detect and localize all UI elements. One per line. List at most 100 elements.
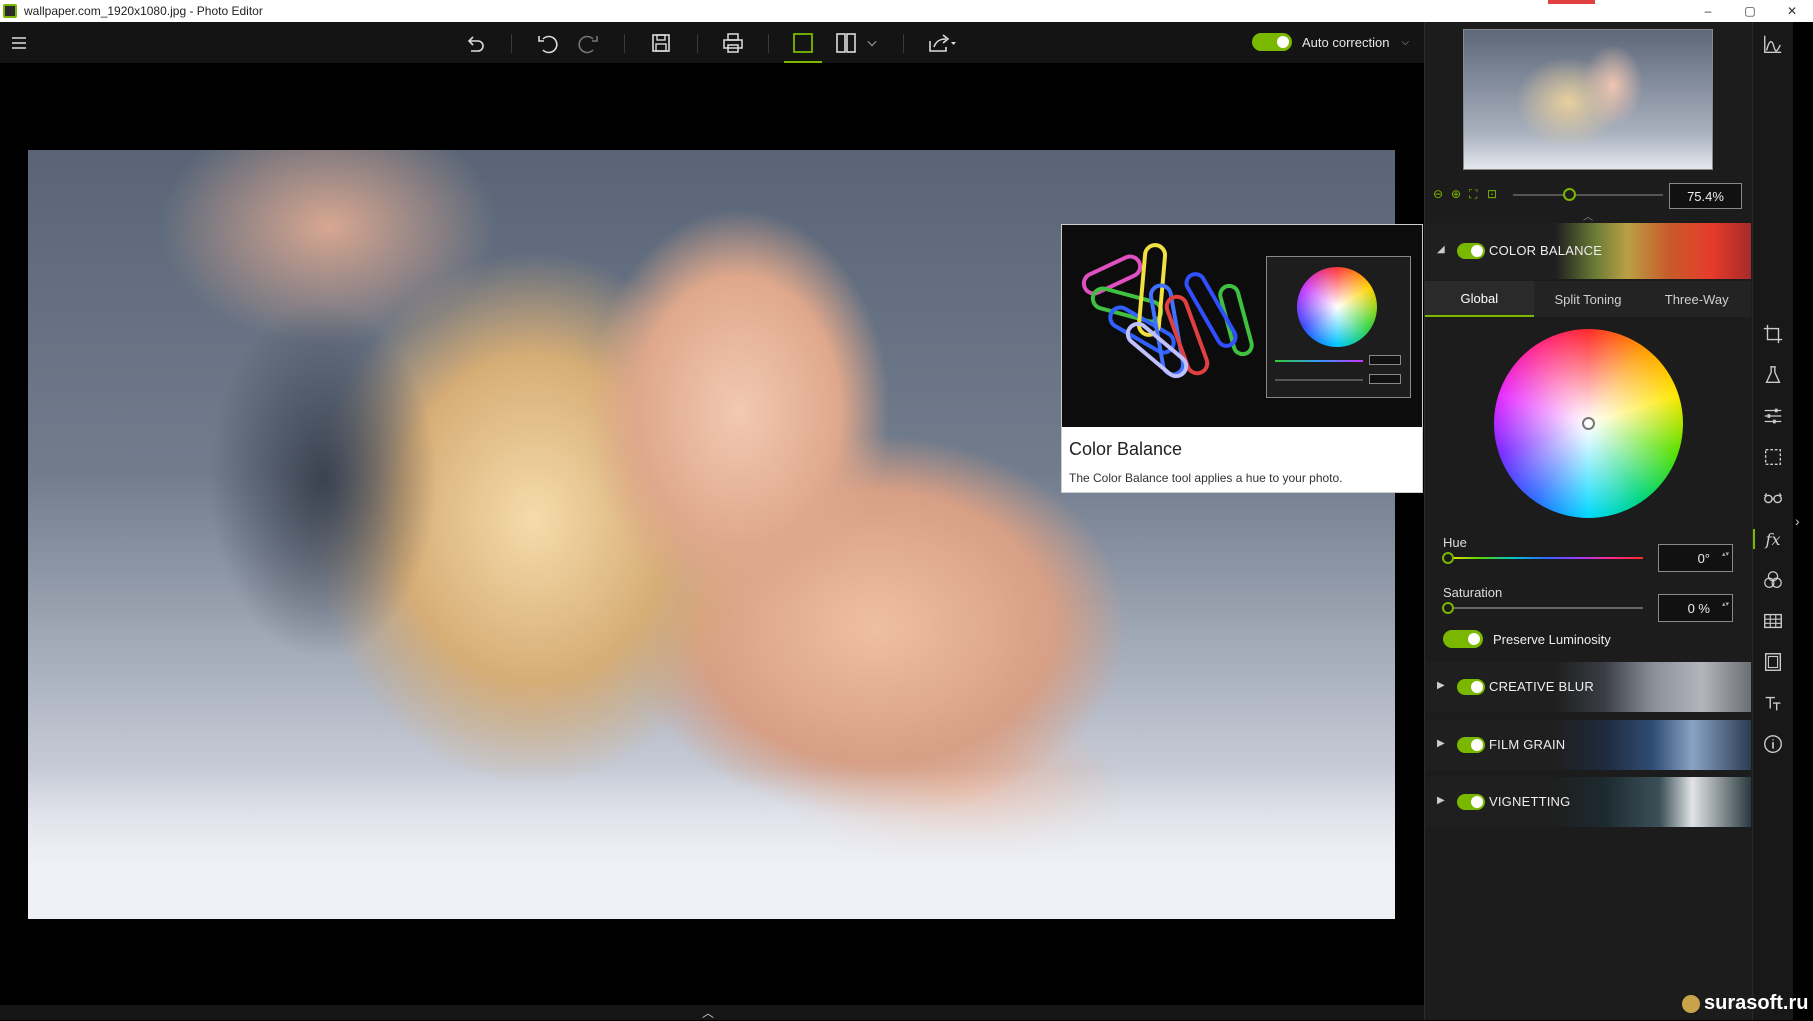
selection-icon[interactable] [1761,445,1785,469]
hue-slider[interactable] [1447,557,1643,559]
info-icon[interactable] [1761,732,1785,756]
tooltip-title: Color Balance [1069,439,1183,459]
film-grain-label: FILM GRAIN [1489,737,1566,752]
tooltip-hue-box [1369,355,1401,365]
auto-correction-control[interactable]: Auto correction ⌵ [1252,33,1409,51]
hamburger-icon[interactable] [2,26,36,60]
zoom-slider[interactable] [1513,194,1663,196]
vignetting-header[interactable]: ▶ VIGNETTING [1425,777,1751,827]
color-balance-tooltip: Color Balance The Color Balance tool app… [1061,224,1423,493]
image-canvas[interactable] [0,63,1424,1005]
saturation-value-field[interactable]: 0 % [1658,594,1733,622]
photo-shadow [208,300,438,660]
undo-icon[interactable] [530,26,564,60]
color-balance-label: COLOR BALANCE [1489,243,1603,258]
tooltip-color-wheel [1297,267,1377,347]
maximize-button[interactable]: ▢ [1729,0,1771,22]
color-wheel[interactable] [1494,329,1683,518]
zoom-out-icon[interactable]: ⊖ [1433,187,1447,201]
toolbar-separator [903,34,904,53]
expand-panel-icon[interactable]: › [1795,513,1800,529]
film-grain-header[interactable]: ▶ FILM GRAIN [1425,720,1751,770]
zoom-slider-handle[interactable] [1563,188,1576,201]
saturation-slider-handle[interactable] [1442,602,1454,614]
preserve-luminosity-label: Preserve Luminosity [1493,631,1611,647]
saturation-label: Saturation [1443,585,1503,600]
expand-triangle-icon[interactable]: ▶ [1437,738,1445,749]
main-toolbar: Auto correction ⌵ [0,22,1424,63]
share-icon[interactable] [920,26,964,60]
tooltip-description: The Color Balance tool applies a hue to … [1069,471,1343,485]
undo-all-icon[interactable] [458,26,492,60]
tool-rail: fx [1752,22,1793,1020]
grid-icon[interactable] [1761,609,1785,633]
expand-triangle-icon[interactable]: ▶ [1437,795,1445,806]
single-view-icon[interactable] [784,26,822,63]
text-icon[interactable] [1761,691,1785,715]
title-accent [1548,0,1595,4]
collapse-triangle-icon[interactable]: ◢ [1437,244,1445,255]
auto-correction-toggle[interactable] [1252,33,1292,51]
preserve-luminosity-toggle[interactable] [1443,630,1483,648]
actual-size-icon[interactable]: ⊡ [1487,187,1501,201]
print-icon[interactable] [716,26,750,60]
collapse-navigator-icon[interactable]: ︿ [1583,208,1593,223]
photo-sheet [28,769,1395,919]
creative-blur-label: CREATIVE BLUR [1489,679,1594,694]
tab-three-way[interactable]: Three-Way [1642,281,1751,317]
expand-triangle-icon[interactable]: ▶ [1437,680,1445,691]
creative-blur-toggle[interactable] [1457,679,1485,695]
hue-slider-handle[interactable] [1442,552,1454,564]
watermark-text: surasoft.ru [1704,992,1809,1014]
tooltip-hue-slider [1275,360,1363,362]
toolbar-separator [511,34,512,53]
vignetting-label: VIGNETTING [1489,794,1571,809]
tab-split-toning[interactable]: Split Toning [1534,281,1643,317]
fx-icon[interactable]: fx [1753,527,1785,551]
navigator-thumbnail[interactable] [1463,29,1713,170]
watermark-logo-icon [1682,994,1700,1013]
histogram-icon[interactable] [1761,32,1785,56]
tooltip-saturation-slider [1275,379,1363,381]
auto-correction-dropdown-icon[interactable]: ⌵ [1401,37,1409,48]
close-button[interactable]: ✕ [1771,0,1813,22]
zoom-value-field[interactable]: 75.4% [1669,183,1742,209]
minimize-button[interactable]: – [1687,0,1729,22]
fit-to-screen-icon[interactable]: ⛶ [1469,187,1483,201]
auto-correction-label: Auto correction [1302,34,1390,50]
split-view-icon[interactable] [829,26,863,60]
adjustments-panel: ⊖ ⊕ ⛶ ⊡ 75.4% ︿ ◢ COLOR BALANCE Global S… [1424,22,1752,1020]
film-grain-toggle[interactable] [1457,737,1485,753]
zoom-in-icon[interactable]: ⊕ [1451,187,1465,201]
redo-icon[interactable] [572,26,606,60]
title-bar: wallpaper.com_1920x1080.jpg - Photo Edit… [0,0,1813,22]
tooltip-preview-image [1062,225,1422,427]
window-controls: – ▢ ✕ [1687,0,1813,22]
crop-icon[interactable] [1761,322,1785,346]
split-view-dropdown-icon[interactable] [862,26,882,60]
tooltip-color-wheel-panel [1266,256,1411,398]
color-balance-header[interactable]: ◢ COLOR BALANCE [1425,223,1751,279]
show-filmstrip-icon[interactable]: ︿ [702,1004,722,1021]
paperclips-illustration [1081,243,1254,379]
saturation-slider[interactable] [1447,607,1643,609]
color-mix-icon[interactable] [1761,568,1785,592]
hue-label: Hue [1443,535,1467,550]
toolbar-separator [697,34,698,53]
color-balance-toggle[interactable] [1457,243,1485,259]
frame-icon[interactable] [1761,650,1785,674]
hue-value-field[interactable]: 0° [1658,544,1733,572]
adjust-sliders-icon[interactable] [1761,404,1785,428]
watermark: surasoft.ru [1682,992,1808,1015]
vignetting-toggle[interactable] [1457,794,1485,810]
color-wheel-picker[interactable] [1582,417,1595,430]
save-icon[interactable] [644,26,678,60]
creative-blur-header[interactable]: ▶ CREATIVE BLUR [1425,662,1751,712]
tooltip-saturation-box [1369,374,1401,384]
toolbar-separator [768,34,769,53]
app-icon [3,4,17,18]
tab-global[interactable]: Global [1425,281,1534,317]
flask-icon[interactable] [1761,363,1785,387]
glasses-icon[interactable] [1761,486,1785,510]
preserve-luminosity-control[interactable]: Preserve Luminosity [1443,630,1611,648]
